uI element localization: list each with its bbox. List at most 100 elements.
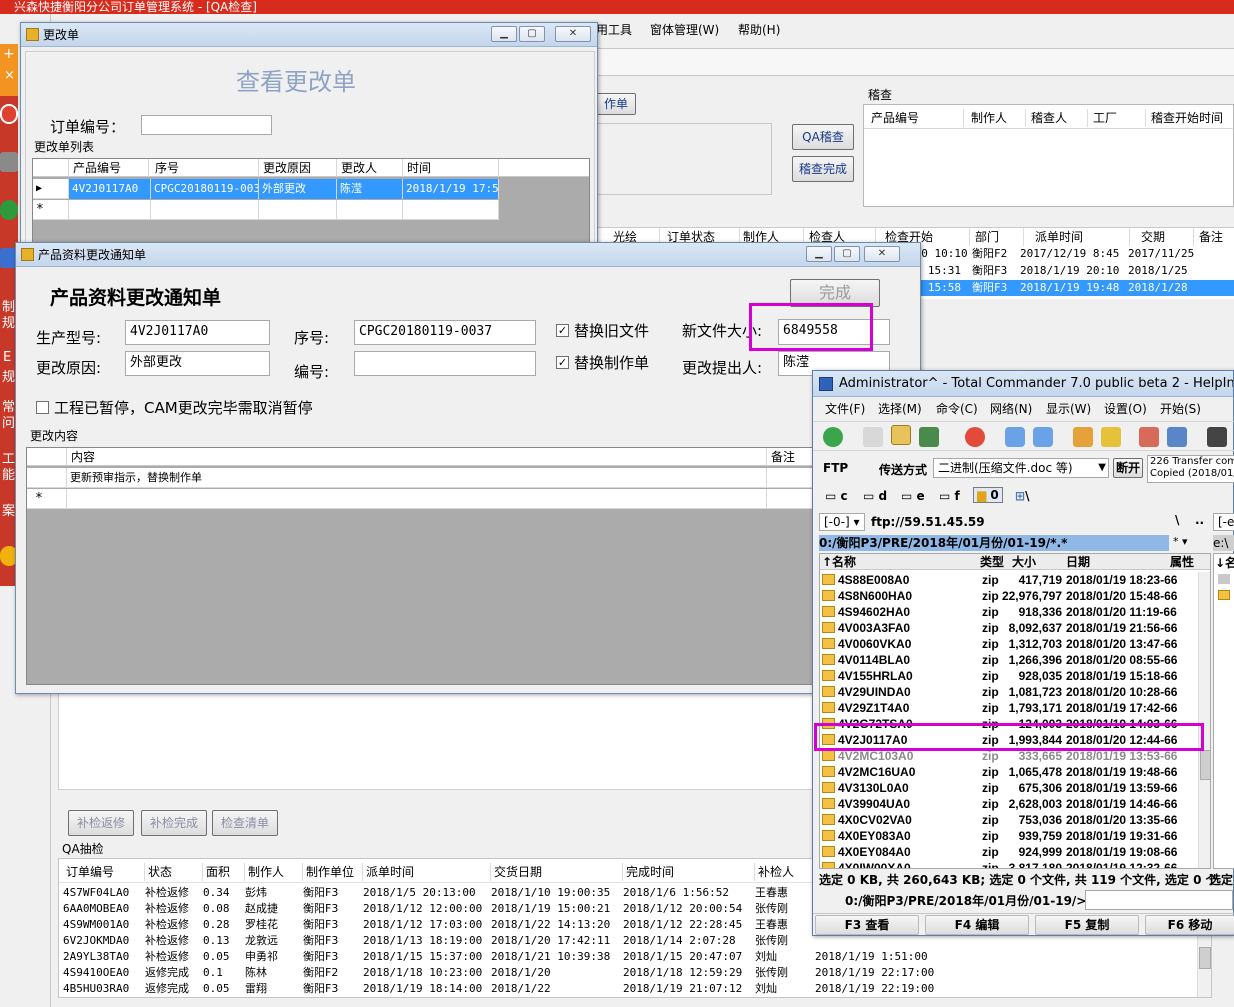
url-icon[interactable] bbox=[1167, 427, 1187, 447]
qa-col-area[interactable]: 面积 bbox=[203, 863, 245, 881]
change-list-new-row[interactable]: * bbox=[33, 200, 499, 220]
parent-button[interactable]: .. bbox=[1195, 513, 1204, 527]
up-folder-icon[interactable] bbox=[1218, 574, 1230, 584]
qa-check-button[interactable]: QA稽查 bbox=[792, 124, 854, 150]
history-button[interactable]: * ▾ bbox=[1173, 535, 1188, 548]
chevron-down-icon[interactable]: ▼ bbox=[1098, 459, 1106, 477]
qa-scroll-thumb[interactable] bbox=[1199, 947, 1211, 969]
file-list-item[interactable]: 4V0114BLA0 zip 1,266,396 2018/01/20 08:55-6… bbox=[820, 652, 1198, 668]
minimize-button[interactable]: ▁ bbox=[491, 26, 517, 42]
sidebar-text-9[interactable]: 案 bbox=[2, 500, 15, 519]
number-input[interactable] bbox=[354, 351, 536, 376]
file-list-item[interactable]: 4V39904UA0 zip 2,628,003 2018/01/19 14:46-6… bbox=[820, 796, 1198, 812]
orders-row-1[interactable]: /20 10:10 衡阳F2 2017/12/19 8:45 2017/11/2… bbox=[908, 246, 1234, 262]
audit-col-factory[interactable]: 工厂 bbox=[1090, 109, 1146, 127]
file-list-item[interactable]: 4V3130L0A0 zip 675,306 2018/01/19 13:59-66 bbox=[820, 780, 1198, 796]
file-col-type[interactable]: 类型 bbox=[980, 554, 1004, 570]
change-list-row-1[interactable]: ▶ 4V2J0117A0 CPGC20180119-0037 外部更改 陈滢 2… bbox=[33, 179, 499, 199]
audit-col-start[interactable]: 稽查开始时间 bbox=[1148, 109, 1234, 127]
drive-c-button[interactable]: ▭ c bbox=[825, 489, 848, 503]
command-line-input[interactable] bbox=[1085, 890, 1233, 910]
file-list-item[interactable]: 4S88E008A0 zip 417,719 2018/01/19 18:23-66 bbox=[820, 572, 1198, 588]
file-list-item[interactable]: 4V003A3FA0 zip 8,092,637 2018/01/19 21:56-6… bbox=[820, 620, 1198, 636]
replace-job-sheet-checkbox[interactable]: ✓ bbox=[556, 356, 569, 369]
menu-help[interactable]: 帮助(H) bbox=[738, 20, 780, 40]
recheck-done-button[interactable]: 补检完成 bbox=[141, 810, 207, 836]
drive-network-button[interactable]: ⊞\ bbox=[1015, 489, 1029, 503]
qa-col-maker[interactable]: 制作人 bbox=[245, 863, 303, 881]
tc-menu-start[interactable]: 开始(S) bbox=[1160, 399, 1201, 419]
change-col-seq[interactable]: 序号 bbox=[151, 159, 259, 177]
ftp-connect-icon[interactable] bbox=[1139, 427, 1159, 447]
replace-old-file-checkbox[interactable]: ✓ bbox=[556, 324, 569, 337]
recheck-return-button[interactable]: 补检返修 bbox=[68, 810, 134, 836]
sidebar-text-4[interactable]: 规 bbox=[2, 366, 15, 385]
qa-table-row[interactable]: 4B5HU03RA0 返修完成 0.05 雷翔 衡阳F3 2018/1/19 18:14:… bbox=[59, 981, 1199, 997]
tc-menu-network[interactable]: 网络(N) bbox=[990, 399, 1032, 419]
file-col-name[interactable]: ↑名称 bbox=[822, 554, 856, 570]
production-model-input[interactable]: 4V2J0117A0 bbox=[125, 320, 270, 345]
file-scroll-thumb[interactable] bbox=[1200, 750, 1210, 780]
audit-col-product[interactable]: 产品编号 bbox=[868, 109, 964, 127]
file-list-item[interactable]: 4V29UINDA0 zip 1,081,723 2018/01/20 10:28-6… bbox=[820, 684, 1198, 700]
orders-row-3[interactable]: 20 15:58 衡阳F3 2018/1/19 19:48 2018/1/28 bbox=[908, 280, 1234, 296]
file-list-item[interactable]: 4X0EY084A0 zip 924,999 2018/01/19 19:08-66 bbox=[820, 844, 1198, 860]
tc-menu-file[interactable]: 文件(F) bbox=[825, 399, 865, 419]
unpack-icon[interactable] bbox=[1101, 427, 1121, 447]
change-col-reason[interactable]: 更改原因 bbox=[259, 159, 337, 177]
folder-icon[interactable] bbox=[1218, 590, 1230, 600]
menu-window[interactable]: 窗体管理(W) bbox=[650, 20, 719, 40]
audit-col-maker[interactable]: 制作人 bbox=[968, 109, 1026, 127]
orders-col-notes[interactable]: 备注 bbox=[1196, 228, 1234, 246]
right-drive-selector[interactable]: [-e- bbox=[1213, 513, 1234, 531]
f6-move-button[interactable]: F6 移动 bbox=[1145, 915, 1234, 935]
tc-menu-select[interactable]: 选择(M) bbox=[878, 399, 922, 419]
file-list-item[interactable]: 4X0EY083A0 zip 939,759 2018/01/19 19:31-66 bbox=[820, 828, 1198, 844]
file-list-item[interactable]: 4X0CV02VA0 zip 753,036 2018/01/20 13:35-66 bbox=[820, 812, 1198, 828]
sidebar-text-8[interactable]: 能 bbox=[2, 464, 15, 483]
wrench-icon[interactable] bbox=[0, 152, 18, 172]
menu-tools[interactable]: 用工具 bbox=[596, 20, 632, 40]
file-list-item[interactable]: 4V2MC16UA0 zip 1,065,478 2018/01/19 19:48-6… bbox=[820, 764, 1198, 780]
disconnect-button[interactable]: 断开 bbox=[1113, 458, 1143, 478]
qa-col-finished[interactable]: 完成时间 bbox=[623, 863, 755, 881]
qa-col-unit[interactable]: 制作单位 bbox=[303, 863, 363, 881]
f4-edit-button[interactable]: F4 编辑 bbox=[925, 915, 1029, 935]
content-row-1[interactable]: 更新预审指示，替换制作单 bbox=[27, 468, 911, 488]
drive-ftp-button[interactable]: ▆ 0 bbox=[973, 487, 1003, 503]
pack-icon[interactable] bbox=[1073, 427, 1093, 447]
orders-col-dept[interactable]: 部门 bbox=[972, 228, 1024, 246]
audit-col-auditor[interactable]: 稽查人 bbox=[1028, 109, 1088, 127]
orders-col-due[interactable]: 交期 bbox=[1138, 228, 1194, 246]
right-col-name[interactable]: ↓名 bbox=[1215, 554, 1234, 571]
close-button[interactable]: ✕ bbox=[555, 26, 591, 42]
plus-icon[interactable]: + bbox=[3, 46, 15, 62]
forward-arrow-icon[interactable] bbox=[1033, 427, 1053, 447]
check-done-button[interactable]: 稽查完成 bbox=[792, 156, 854, 182]
qa-col-order[interactable]: 订单编号 bbox=[63, 863, 145, 881]
change-col-time[interactable]: 时间 bbox=[403, 159, 499, 177]
qa-table-row[interactable]: 4S9410OEA0 返修完成 0.1 陈林 衡阳F2 2018/1/18 10:23:0… bbox=[59, 965, 1199, 981]
file-list-item[interactable]: 4S94602HA0 zip 918,336 2018/01/20 11:19-66 bbox=[820, 604, 1198, 620]
sidebar-text-6[interactable]: 问 bbox=[2, 412, 15, 431]
tc-menu-settings[interactable]: 设置(O) bbox=[1104, 399, 1147, 419]
sequence-input[interactable]: CPGC20180119-0037 bbox=[354, 320, 536, 345]
app-icon-red[interactable] bbox=[0, 104, 18, 124]
binoculars-icon[interactable] bbox=[1207, 427, 1227, 447]
sidebar-text-2[interactable]: 规 bbox=[2, 312, 15, 331]
change-col-product[interactable]: 产品编号 bbox=[69, 159, 149, 177]
content-col-content[interactable]: 内容 bbox=[67, 448, 767, 466]
right-path-bar[interactable]: e:\ bbox=[1213, 535, 1234, 551]
root-button[interactable]: \ bbox=[1175, 513, 1179, 527]
transfer-mode-select[interactable]: 二进制(压缩文件.doc 等) ▼ bbox=[933, 458, 1109, 478]
back-arrow-icon[interactable] bbox=[1005, 427, 1025, 447]
drive-f-button[interactable]: ▭ f bbox=[939, 489, 960, 503]
file-list-item[interactable]: 4S8N600HA0 zip 22,976,797 2018/01/20 15:48-… bbox=[820, 588, 1198, 604]
qa-col-dispatch[interactable]: 派单时间 bbox=[363, 863, 491, 881]
full-view-icon[interactable] bbox=[891, 425, 911, 445]
content-new-row[interactable]: * bbox=[27, 489, 911, 509]
file-list-item[interactable]: 4V29Z1T4A0 zip 1,793,171 2018/01/19 17:42-6… bbox=[820, 700, 1198, 716]
orders-row-2[interactable]: 20 15:31 衡阳F3 2018/1/19 20:10 2018/1/25 bbox=[908, 263, 1234, 279]
file-col-date[interactable]: 日期 bbox=[1066, 554, 1090, 570]
brief-view-icon[interactable] bbox=[863, 427, 883, 447]
